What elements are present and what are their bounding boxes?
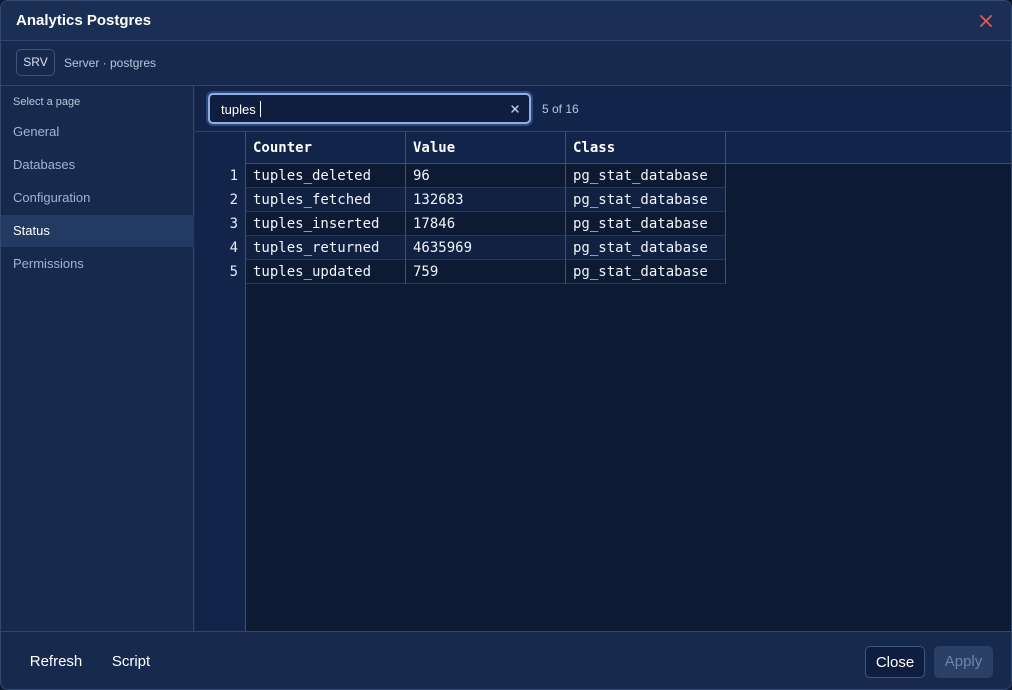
refresh-button[interactable]: Refresh [23,646,89,678]
dialog-footer: Refresh Script Close Apply [1,631,1011,689]
search-bar: tuples 5 of 16 [195,86,1011,131]
table-row[interactable]: tuples_fetched 132683 pg_stat_database [246,188,726,212]
breadcrumb-text: Server · postgres [64,56,157,70]
cell-counter[interactable]: tuples_fetched [246,188,406,212]
breadcrumb: SRV Server · postgres [1,41,1011,86]
row-number: 4 [229,240,238,256]
cell-counter[interactable]: tuples_updated [246,260,406,284]
clear-search-icon[interactable] [508,102,522,116]
cell-counter[interactable]: tuples_returned [246,236,406,260]
table-row[interactable]: tuples_deleted 96 pg_stat_database [246,164,726,188]
sidebar-item-configuration[interactable]: Configuration [1,182,194,214]
cell-value[interactable]: 132683 [406,188,566,212]
grid-header: Counter Value Class [246,131,1011,164]
cell-counter[interactable]: tuples_deleted [246,164,406,188]
sidebar-item-general[interactable]: General [1,116,194,148]
sidebar-heading: Select a page [13,96,81,108]
column-header-class[interactable]: Class [566,132,726,164]
sidebar-item-permissions[interactable]: Permissions [1,248,194,280]
cell-class[interactable]: pg_stat_database [566,188,726,212]
sidebar: Select a page General Databases Configur… [1,86,194,631]
cell-value[interactable]: 759 [406,260,566,284]
sidebar-item-status[interactable]: Status [1,215,194,247]
row-number: 3 [229,216,238,232]
table-row[interactable]: tuples_returned 4635969 pg_stat_database [246,236,726,260]
column-header-value[interactable]: Value [406,132,566,164]
cell-counter[interactable]: tuples_inserted [246,212,406,236]
server-badge: SRV [16,49,55,76]
match-count: 5 of 16 [542,102,579,116]
sidebar-item-databases[interactable]: Databases [1,149,194,181]
column-header-counter[interactable]: Counter [246,132,406,164]
row-number: 1 [229,168,238,184]
cell-value[interactable]: 17846 [406,212,566,236]
close-icon[interactable] [976,11,996,31]
cell-class[interactable]: pg_stat_database [566,212,726,236]
row-number: 5 [229,264,238,280]
cell-value[interactable]: 96 [406,164,566,188]
script-button[interactable]: Script [105,646,157,678]
search-input-value[interactable]: tuples [221,102,256,117]
dialog-window: Analytics Postgres SRV Server · postgres… [0,0,1012,690]
window-title: Analytics Postgres [16,12,152,29]
apply-button[interactable]: Apply [934,646,993,678]
cell-value[interactable]: 4635969 [406,236,566,260]
table-row[interactable]: tuples_updated 759 pg_stat_database [246,260,726,284]
cell-class[interactable]: pg_stat_database [566,236,726,260]
cell-class[interactable]: pg_stat_database [566,164,726,188]
main-panel: tuples 5 of 16 Counter Value Class 1 tup… [195,86,1011,631]
search-input[interactable]: tuples [208,93,531,124]
cell-class[interactable]: pg_stat_database [566,260,726,284]
row-number: 2 [229,192,238,208]
text-caret [260,101,261,117]
close-button[interactable]: Close [865,646,925,678]
table-row[interactable]: tuples_inserted 17846 pg_stat_database [246,212,726,236]
results-grid: Counter Value Class 1 tuples_deleted 96 … [195,131,1011,631]
title-bar: Analytics Postgres [1,1,1011,41]
